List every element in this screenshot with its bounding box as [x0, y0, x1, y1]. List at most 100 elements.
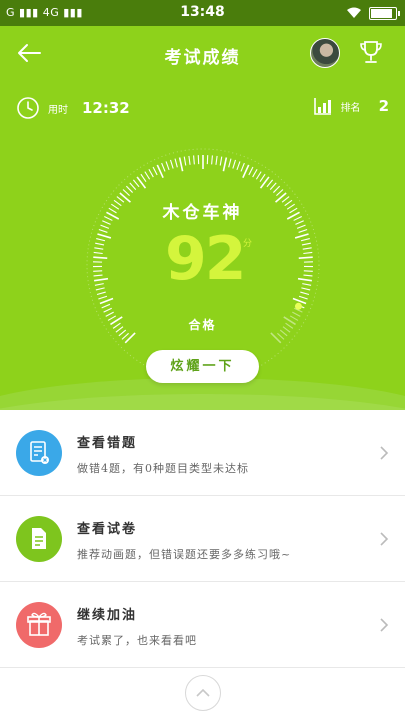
trophy-icon[interactable]	[357, 38, 385, 66]
item-subtitle: 考试累了，也来看看吧	[77, 634, 197, 647]
dial-tick	[93, 274, 103, 277]
battery-fill	[371, 8, 392, 18]
time-used: 用时 12:32	[16, 96, 130, 120]
dial-tick	[122, 189, 130, 197]
dial-tick	[300, 238, 310, 242]
time-value: 12:32	[82, 99, 130, 117]
gift-icon	[16, 602, 62, 648]
chevron-up-icon	[196, 688, 210, 697]
dial-tick	[95, 242, 105, 246]
dial-tick	[193, 155, 195, 165]
dial-tick	[298, 295, 308, 300]
dial-tick	[277, 332, 285, 340]
dial-tick	[236, 161, 241, 171]
wifi-icon	[347, 7, 361, 18]
dial-tick	[140, 173, 147, 182]
dial-tick	[93, 270, 103, 272]
rank: 排名 2	[313, 96, 389, 116]
dial-tick	[300, 291, 310, 296]
dial-tick	[188, 155, 191, 165]
dial-tick	[148, 168, 154, 178]
rank-value: 2	[378, 97, 389, 115]
list-item-keep-going[interactable]: 继续加油 考试累了，也来看看吧	[0, 582, 405, 668]
item-title: 查看试卷	[77, 522, 138, 537]
dial-tick	[255, 171, 262, 180]
score-value: 92	[165, 224, 246, 294]
dial-tick	[99, 297, 114, 305]
dial-tick	[174, 158, 178, 168]
action-list: 查看错题 做错4题，有0种题目类型未达标 查看试卷 推荐动画题，但错误题还要多多…	[0, 410, 405, 668]
item-subtitle: 做错4题，有0种题目类型未达标	[77, 462, 249, 475]
dial-tick	[100, 224, 110, 229]
list-item-wrong-questions[interactable]: 查看错题 做错4题，有0种题目类型未达标	[0, 410, 405, 496]
dial-tick	[292, 297, 307, 305]
dial-tick	[161, 162, 166, 172]
item-title: 查看错题	[77, 436, 138, 451]
time-label: 用时	[48, 104, 68, 116]
item-subtitle: 推荐动画题，但错误题还要多多练习哦~	[77, 548, 292, 561]
scroll-up-button[interactable]	[185, 675, 221, 711]
dial-tick	[144, 171, 151, 180]
dial-tick	[129, 182, 137, 190]
dial-tick	[98, 295, 108, 300]
dial-tick	[301, 242, 311, 246]
list-item-view-paper[interactable]: 查看试卷 推荐动画题，但错误题还要多多练习哦~	[0, 496, 405, 582]
dial-tick	[93, 256, 108, 259]
paper-icon	[16, 516, 62, 562]
page-title: 考试成绩	[164, 48, 241, 68]
user-title: 木仓车神	[162, 203, 243, 223]
dial-tick	[93, 251, 103, 255]
dial-tick	[232, 159, 237, 169]
dial-pointer	[294, 302, 302, 310]
dial-tick	[303, 251, 313, 255]
status-bar: G ▮▮▮ 4G ▮▮▮ 13:48	[0, 0, 405, 26]
dial-tick	[294, 233, 309, 239]
dial-tick	[165, 161, 170, 171]
status-time: 13:48	[180, 4, 225, 20]
dial-tick	[121, 332, 129, 340]
dial-tick	[178, 157, 184, 172]
dial-tick	[302, 247, 312, 250]
chevron-right-icon	[380, 532, 389, 546]
error-review-icon	[16, 430, 62, 476]
grade-label: 合格	[188, 318, 217, 332]
dial-tick	[98, 228, 108, 233]
dial-tick	[297, 277, 312, 282]
dial-tick	[269, 182, 277, 190]
dial-tick	[94, 283, 104, 286]
bar-chart-icon	[313, 98, 331, 115]
dial-tick	[125, 185, 134, 193]
dial-tick	[222, 157, 228, 172]
dial-tick	[219, 156, 223, 166]
dial-tick	[211, 155, 213, 165]
score-hero: 考试成绩 用时 12:32 排名 2 木仓车神 92 分 合格 炫耀一下	[0, 26, 405, 410]
dial-tick	[242, 164, 250, 179]
dial-tick	[228, 158, 232, 168]
chevron-right-icon	[380, 618, 389, 632]
rank-label: 排名	[340, 102, 361, 114]
dial-tick	[95, 287, 105, 291]
dial-tick	[259, 173, 266, 182]
dial-tick	[266, 179, 274, 188]
dial-tick	[169, 159, 174, 169]
dial-tick	[303, 274, 313, 277]
dial-tick	[301, 287, 311, 291]
dial-tick	[272, 185, 281, 193]
dial-tick	[101, 303, 111, 309]
dial-tick	[156, 164, 164, 179]
dial-tick	[302, 283, 312, 286]
dial-tick	[215, 155, 218, 165]
dial-tick	[94, 277, 109, 282]
dial-tick	[298, 256, 313, 259]
dial-tick	[252, 168, 258, 178]
item-title: 继续加油	[77, 608, 138, 623]
dial-tick	[240, 162, 245, 172]
dial-tick	[96, 238, 106, 242]
dial-tick	[296, 224, 306, 229]
avatar[interactable]	[310, 38, 340, 68]
dial-tick	[183, 156, 187, 166]
dial-tick	[94, 247, 104, 250]
dial-tick	[303, 270, 313, 272]
show-off-button[interactable]: 炫耀一下	[146, 350, 259, 383]
dial-tick	[298, 228, 308, 233]
